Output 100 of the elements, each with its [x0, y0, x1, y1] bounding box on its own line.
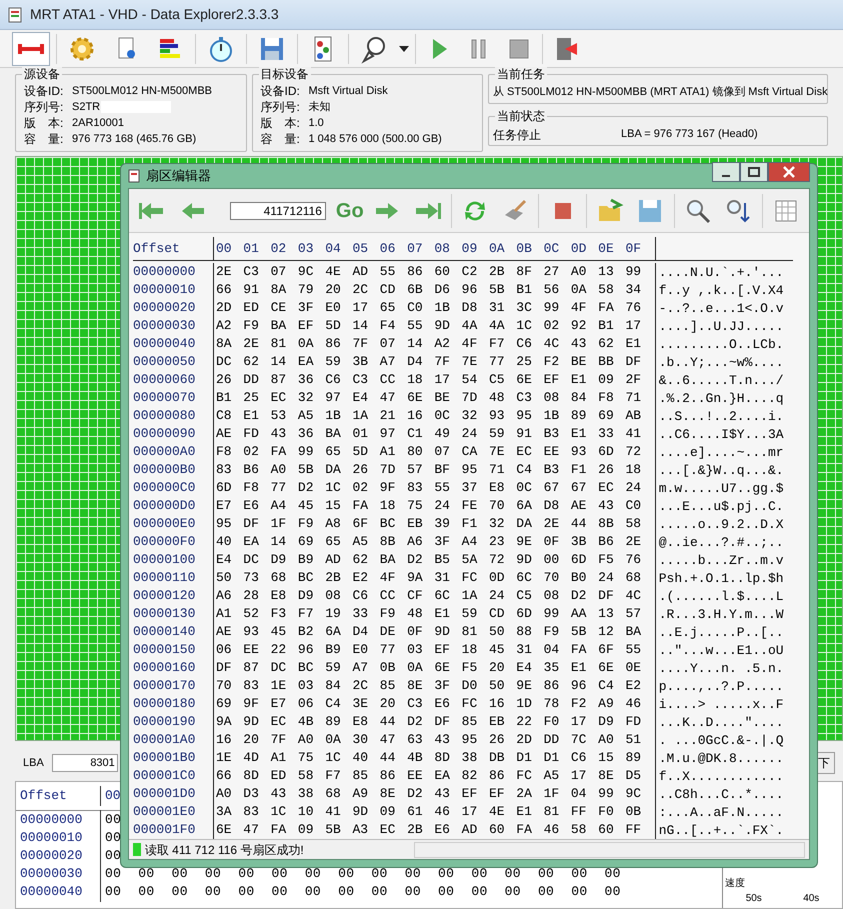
- hex-byte: 37: [462, 479, 478, 498]
- hex-byte: 3F: [298, 299, 314, 318]
- lba-input[interactable]: 8301: [52, 754, 118, 772]
- hex-byte: F9: [298, 515, 314, 534]
- hex-byte: 2B: [488, 263, 506, 282]
- offset-cell-text: 00000170: [133, 677, 196, 696]
- hex-byte: C3: [352, 371, 370, 390]
- hex-byte: 55: [407, 317, 424, 336]
- ascii-text: f..X............: [654, 767, 784, 785]
- hex-byte: 72: [488, 551, 506, 570]
- hex-byte: DF: [625, 353, 642, 372]
- hex-byte: 65: [325, 533, 342, 552]
- hex-byte: A7: [380, 353, 396, 372]
- offset-cell-text: 00000000: [19, 811, 84, 830]
- hex-byte: 6D: [216, 479, 233, 498]
- hex-byte: 48: [407, 605, 424, 624]
- hex-byte: 69: [216, 695, 233, 714]
- close-button[interactable]: [768, 162, 810, 182]
- hex-byte: 0F: [544, 533, 560, 552]
- hex-byte: D5: [625, 767, 642, 786]
- offset-cell-text: 00000020: [133, 299, 196, 318]
- hex-byte: 7F: [270, 731, 288, 750]
- hex-byte: 84: [570, 389, 588, 408]
- hex-byte: 95: [462, 461, 478, 480]
- hex-byte: 0A: [570, 281, 588, 300]
- hex-byte: 24: [434, 497, 451, 516]
- hex-byte: A7: [352, 659, 370, 678]
- hex-byte: FA: [570, 641, 588, 660]
- hex-byte: F8: [598, 389, 615, 408]
- hex-byte: 43: [270, 425, 288, 444]
- hex-byte: 36: [298, 425, 314, 444]
- ascii-text: ...[.&}W..q...&.: [654, 461, 784, 479]
- hex-byte: B1: [516, 281, 533, 300]
- hex-byte: 9E: [516, 533, 533, 552]
- maximize-button[interactable]: [740, 162, 768, 182]
- hex-byte: E6: [434, 695, 451, 714]
- caret-icon[interactable]: [399, 46, 409, 52]
- hex-byte: 9D: [434, 317, 451, 336]
- hex-byte: B2: [298, 623, 314, 642]
- hex-byte: 45: [298, 497, 314, 516]
- hex-byte: 9C: [625, 785, 642, 804]
- hex-byte: F0: [598, 803, 615, 822]
- status-text: 任务停止: [493, 127, 541, 144]
- hex-byte: 1C: [516, 317, 533, 336]
- hex-byte: 58: [625, 515, 642, 534]
- hex-byte: 70: [216, 677, 233, 696]
- lba-input[interactable]: 411712116: [230, 202, 326, 220]
- hex-byte: 26: [352, 461, 370, 480]
- minimize-button[interactable]: [712, 162, 740, 182]
- hex-byte: 49: [434, 425, 451, 444]
- hex-byte: 3A: [216, 803, 233, 822]
- column-header: 0E: [598, 240, 615, 258]
- hex-byte: 2B: [407, 821, 424, 840]
- hex-byte: 18: [462, 641, 478, 660]
- offset-cell-text: 000000F0: [133, 533, 196, 552]
- hex-byte: 21: [380, 407, 396, 426]
- hex-byte: AB: [625, 407, 642, 426]
- hex-byte: 43: [434, 785, 451, 804]
- hex-byte: E6: [243, 497, 260, 516]
- connect-button[interactable]: [12, 32, 50, 66]
- hex-byte: A5: [298, 407, 314, 426]
- hex-byte: B9: [325, 641, 342, 660]
- hex-byte: CD: [380, 281, 396, 300]
- ascii-text: @..ie...?.#..;..: [654, 533, 784, 551]
- field-label: 版 本:: [24, 115, 64, 131]
- hex-byte: 48: [488, 389, 506, 408]
- hex-byte: 83: [243, 677, 260, 696]
- hex-byte: D8: [544, 497, 560, 516]
- offset-cell-text: 000001D0: [133, 785, 196, 804]
- hex-byte: 15: [325, 497, 342, 516]
- hex-byte: 6F: [598, 641, 615, 660]
- hex-byte: 3E: [352, 695, 370, 714]
- hex-byte: A2: [216, 317, 233, 336]
- field-value: S2TR: [72, 100, 100, 115]
- hex-byte: 26: [598, 461, 615, 480]
- ascii-text: ....]..U.JJ.....: [654, 317, 784, 335]
- hex-byte: CC: [380, 371, 396, 390]
- hex-byte: 58: [570, 821, 588, 840]
- column-header: 07: [407, 240, 424, 258]
- hex-byte: A0: [298, 731, 314, 750]
- hex-byte: E4: [216, 551, 233, 570]
- hex-byte: 57: [625, 605, 642, 624]
- hex-byte: 6F: [352, 515, 370, 534]
- hex-byte: 5D: [352, 443, 370, 462]
- column-header: Offset: [133, 240, 181, 258]
- hex-byte: F5: [462, 659, 478, 678]
- ascii-text: m.w.....U7..gg.$: [654, 479, 784, 497]
- hex-byte: E1: [570, 371, 588, 390]
- app-icon: [8, 6, 22, 22]
- field-value: Msft Virtual Disk: [308, 84, 388, 99]
- hex-byte: 22: [516, 713, 533, 732]
- hex-byte: F7: [325, 767, 342, 786]
- offset-cell-text: 00000060: [133, 371, 196, 390]
- hex-byte: 6C: [516, 569, 533, 588]
- hex-byte: 4E: [325, 263, 342, 282]
- hex-byte: 62: [243, 353, 260, 372]
- ascii-text: ....Y...n. .5.n.: [654, 659, 784, 677]
- hex-byte: F7: [298, 605, 314, 624]
- hex-byte: 32: [462, 407, 478, 426]
- hex-byte: DC: [270, 659, 288, 678]
